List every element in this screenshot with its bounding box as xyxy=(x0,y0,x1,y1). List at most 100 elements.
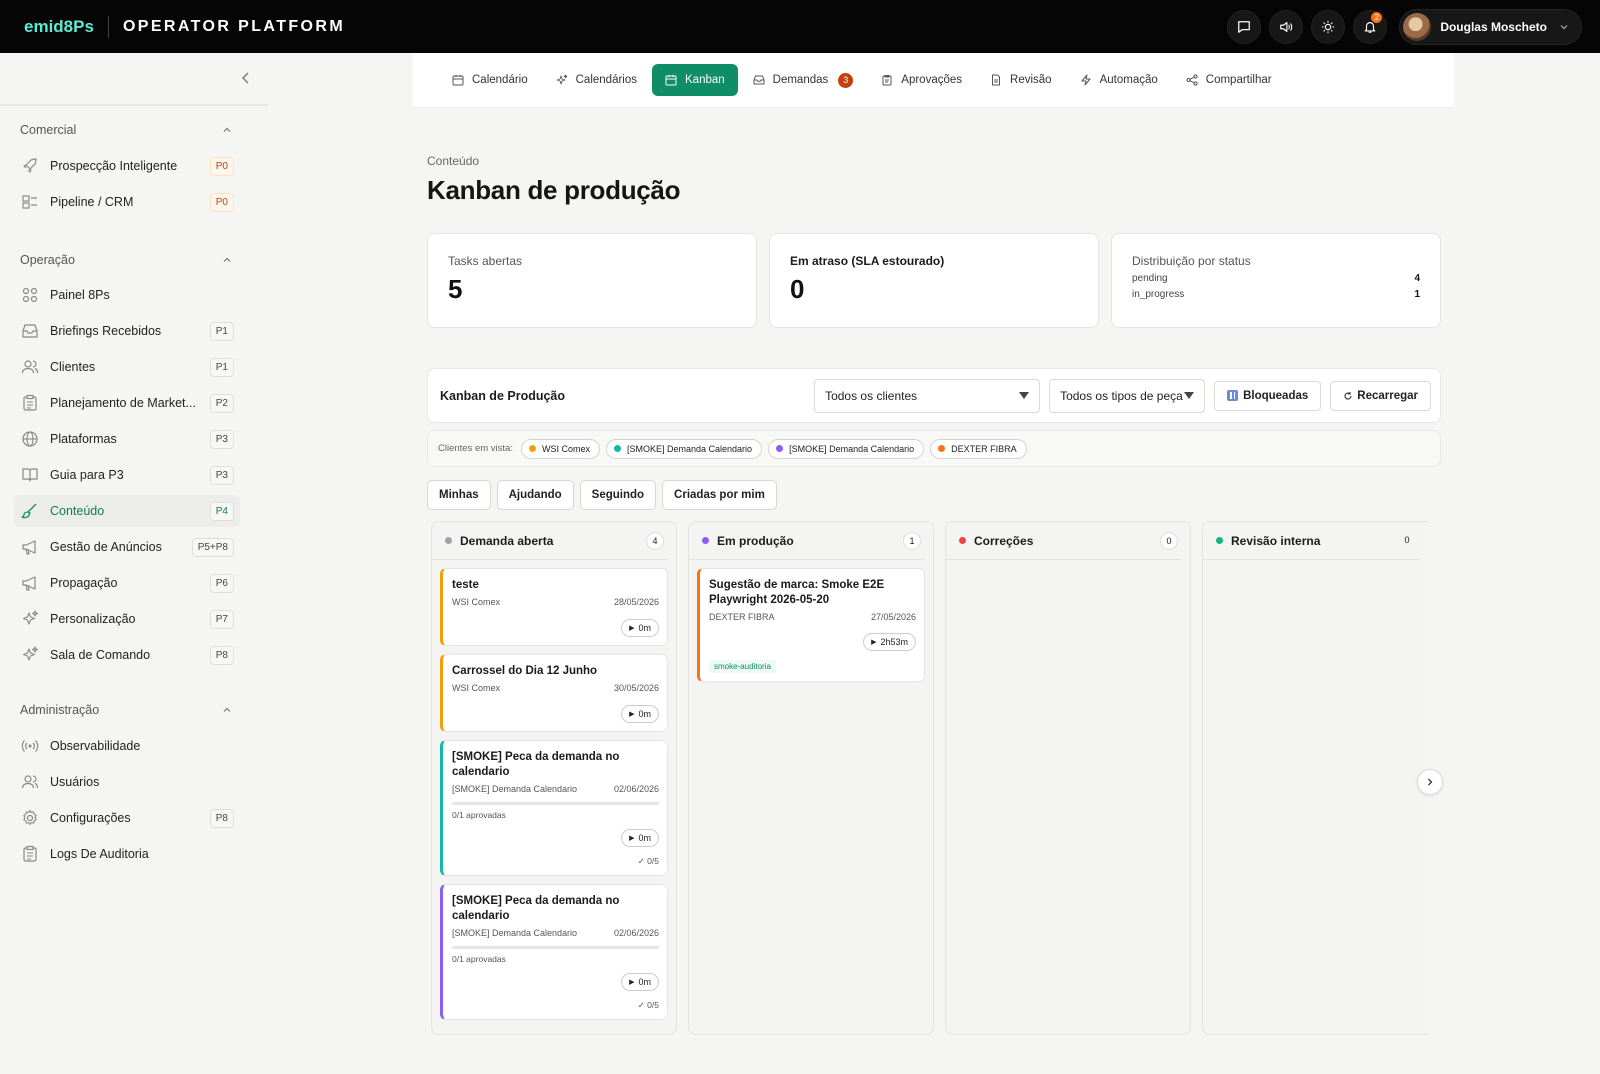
section-title: Administração xyxy=(20,703,100,717)
theme-toggle-button[interactable] xyxy=(1311,10,1346,44)
tab-revisao[interactable]: Revisão xyxy=(977,64,1065,96)
client-chip[interactable]: WSI Comex xyxy=(520,438,600,459)
demandas-count-badge: 3 xyxy=(838,72,854,88)
reload-button[interactable]: Recarregar xyxy=(1330,380,1431,411)
task-card[interactable]: Sugestão de marca: Smoke E2E Playwright … xyxy=(697,568,925,682)
tab-compartilhar[interactable]: Compartilhar xyxy=(1173,64,1285,96)
timer-value: 2h53m xyxy=(880,637,908,647)
sidebar-item-pipeline[interactable]: Pipeline / CRM P0 xyxy=(14,186,240,218)
timer-button[interactable]: ▶ 2h53m xyxy=(863,633,916,651)
task-card[interactable]: [SMOKE] Peca da demanda no calendario [S… xyxy=(440,884,668,1020)
sidebar-item-label: Conteúdo xyxy=(50,504,105,518)
card-meta: WSI Comex 30/05/2026 xyxy=(452,683,659,693)
clients-label: Clientes em vista: xyxy=(438,443,513,454)
filter-seguindo[interactable]: Seguindo xyxy=(579,480,657,510)
piece-type-select[interactable]: Todos os tipos de peça xyxy=(1049,378,1206,413)
kanban-column-demanda-aberta: Demanda aberta 4 teste WSI Comex 28/05/2… xyxy=(431,521,677,1035)
client-chip-label: [SMOKE] Demanda Calendario xyxy=(789,443,915,454)
sidebar-item-configuracoes[interactable]: Configurações P8 xyxy=(14,802,240,834)
client-chip[interactable]: [SMOKE] Demanda Calendario xyxy=(768,438,925,459)
tab-calendarios[interactable]: Calendários xyxy=(543,64,650,96)
sidebar-item-observabilidade[interactable]: Observabilidade xyxy=(14,730,240,762)
avatar xyxy=(1403,13,1432,41)
bolt-icon xyxy=(1081,74,1091,86)
check-icon: ✓ xyxy=(637,856,648,866)
sparkles-icon xyxy=(20,645,40,665)
clipboard-icon xyxy=(20,844,40,864)
approval-status: 0/1 aprovadas xyxy=(452,954,506,964)
tab-demandas[interactable]: Demandas 3 xyxy=(740,64,867,96)
sidebar-item-label: Configurações xyxy=(50,811,131,825)
status-name: in_progress xyxy=(1132,289,1185,300)
sidebar-item-conteudo[interactable]: Conteúdo P4 xyxy=(14,495,240,527)
timer-button[interactable]: ▶ 0m xyxy=(621,619,659,637)
sidebar-item-label: Sala de Comando xyxy=(50,648,151,662)
sidebar-item-usuarios[interactable]: Usuários xyxy=(14,766,240,798)
timer-button[interactable]: ▶ 0m xyxy=(621,829,659,847)
tab-label: Kanban xyxy=(685,74,725,86)
priority-badge: P5+P8 xyxy=(191,537,234,557)
task-card[interactable]: teste WSI Comex 28/05/2026 ▶ 0m xyxy=(440,568,668,646)
approval-progress-bar xyxy=(452,802,659,805)
filter-ajudando[interactable]: Ajudando xyxy=(496,480,574,510)
tab-calendario[interactable]: Calendário xyxy=(439,64,541,96)
play-icon: ▶ xyxy=(629,711,635,718)
section-operacao[interactable]: Operação xyxy=(20,253,232,267)
stat-card-overdue: Em atraso (SLA estourado) 0 xyxy=(769,233,1099,328)
section-comercial[interactable]: Comercial xyxy=(20,123,232,137)
task-card[interactable]: [SMOKE] Peca da demanda no calendario [S… xyxy=(440,740,668,876)
sidebar-item-label: Gestão de Anúncios xyxy=(50,540,162,554)
client-chip[interactable]: DEXTER FIBRA xyxy=(930,438,1027,459)
sidebar-item-propagacao[interactable]: Propagação P6 xyxy=(14,567,240,599)
priority-badge: P3 xyxy=(209,465,234,485)
sidebar-item-logs[interactable]: Logs De Auditoria xyxy=(14,838,240,870)
priority-badge: P4 xyxy=(209,501,234,521)
notifications-button[interactable]: 2 xyxy=(1353,10,1388,44)
sound-button[interactable] xyxy=(1269,10,1304,44)
tab-aprovacoes[interactable]: Aprovações xyxy=(868,64,975,96)
tab-kanban[interactable]: Kanban xyxy=(652,64,738,96)
sidebar-item-clientes[interactable]: Clientes P1 xyxy=(14,351,240,383)
timer-button[interactable]: ▶ 0m xyxy=(621,705,659,723)
sidebar-item-label: Propagação xyxy=(50,576,118,590)
filter-minhas[interactable]: Minhas xyxy=(427,480,491,510)
timer-value: 0m xyxy=(638,709,651,719)
card-meta: WSI Comex 28/05/2026 xyxy=(452,597,659,607)
logo[interactable]: emid8Ps xyxy=(24,17,94,37)
chat-icon xyxy=(1238,21,1251,33)
card-date: 27/05/2026 xyxy=(870,612,916,622)
priority-badge: P3 xyxy=(209,429,234,449)
user-menu[interactable]: Douglas Moscheto xyxy=(1399,9,1582,45)
filter-criadas-por-mim[interactable]: Criadas por mim xyxy=(662,480,777,510)
inbox-icon xyxy=(20,321,40,341)
client-chip[interactable]: [SMOKE] Demanda Calendario xyxy=(606,438,763,459)
tab-automacao[interactable]: Automação xyxy=(1067,64,1171,96)
priority-badge: P1 xyxy=(209,357,234,377)
card-client: WSI Comex xyxy=(452,683,501,693)
sidebar-item-painel[interactable]: Painel 8Ps xyxy=(14,279,240,311)
kanban-column-em-producao: Em produção 1 Sugestão de marca: Smoke E… xyxy=(688,521,934,1035)
card-date: 30/05/2026 xyxy=(613,683,659,693)
sidebar-item-guia[interactable]: Guia para P3 P3 xyxy=(14,459,240,491)
sidebar-item-sala-comando[interactable]: Sala de Comando P8 xyxy=(14,639,240,671)
tab-label: Compartilhar xyxy=(1205,74,1272,86)
timer-button[interactable]: ▶ 0m xyxy=(621,973,659,991)
priority-badge: P6 xyxy=(209,573,234,593)
sidebar-item-anuncios[interactable]: Gestão de Anúncios P5+P8 xyxy=(14,531,240,563)
users-icon xyxy=(20,772,40,792)
task-card[interactable]: Carrossel do Dia 12 Junho WSI Comex 30/0… xyxy=(440,654,668,732)
client-select[interactable]: Todos os clientes xyxy=(814,378,1041,413)
scroll-right-button[interactable] xyxy=(1417,769,1443,795)
sidebar-item-plataformas[interactable]: Plataformas P3 xyxy=(14,423,240,455)
sidebar-item-planejamento[interactable]: Planejamento de Market... P2 xyxy=(14,387,240,419)
collapse-sidebar-button[interactable] xyxy=(240,70,252,91)
blocked-button[interactable]: Bloqueadas xyxy=(1214,380,1322,411)
chat-button[interactable] xyxy=(1227,10,1262,44)
sidebar-item-prospeccao[interactable]: Prospecção Inteligente P0 xyxy=(14,150,240,182)
sidebar-item-label: Clientes xyxy=(50,360,96,374)
section-administracao[interactable]: Administração xyxy=(20,703,232,717)
sidebar-item-personalizacao[interactable]: Personalização P7 xyxy=(14,603,240,635)
sidebar-item-briefings[interactable]: Briefings Recebidos P1 xyxy=(14,315,240,347)
clients-in-view-bar: Clientes em vista: WSI Comex [SMOKE] Dem… xyxy=(427,430,1441,467)
checklist-value: 0/5 xyxy=(647,856,659,866)
